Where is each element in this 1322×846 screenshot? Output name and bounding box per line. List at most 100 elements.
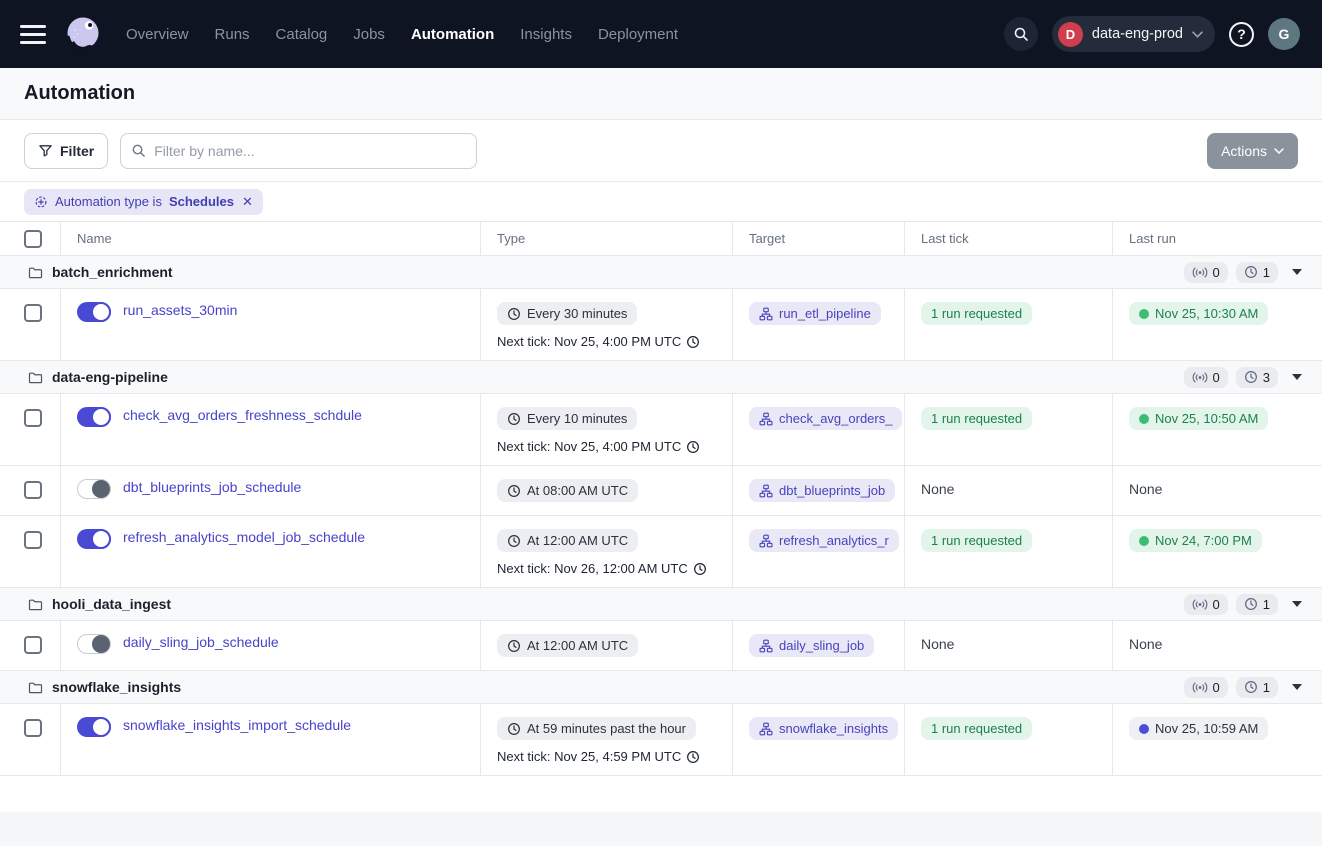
nav-item-insights[interactable]: Insights <box>520 26 572 43</box>
schedule-name-link[interactable]: check_avg_orders_freshness_schdule <box>123 407 362 423</box>
sensor-count-badge: 0 <box>1184 677 1228 698</box>
clock-icon <box>507 484 521 498</box>
search-input[interactable] <box>120 133 477 169</box>
target-job-pill[interactable]: check_avg_orders_ <box>749 407 902 430</box>
schedule-toggle[interactable] <box>77 302 111 322</box>
collapse-caret-icon[interactable] <box>1292 374 1302 380</box>
schedule-type-pill: At 08:00 AM UTC <box>497 479 638 502</box>
schedule-type-text: Every 10 minutes <box>527 411 627 426</box>
schedule-name-link[interactable]: dbt_blueprints_job_schedule <box>123 479 301 495</box>
schedule-toggle[interactable] <box>77 407 111 427</box>
group-row-snowflake_insights[interactable]: snowflake_insights01 <box>0 671 1322 704</box>
schedule-count-badge: 1 <box>1236 594 1278 615</box>
sensor-icon <box>1192 682 1208 693</box>
last-run-pill[interactable]: Nov 25, 10:50 AM <box>1129 407 1268 430</box>
nav-item-catalog[interactable]: Catalog <box>276 26 328 43</box>
clock-icon <box>1244 370 1258 384</box>
collapse-caret-icon[interactable] <box>1292 269 1302 275</box>
row-checkbox[interactable] <box>24 531 42 549</box>
schedule-type-pill: Every 10 minutes <box>497 407 637 430</box>
last-run-none: None <box>1129 479 1162 497</box>
target-job-pill[interactable]: refresh_analytics_r <box>749 529 899 552</box>
schedule-type-text: At 12:00 AM UTC <box>527 638 628 653</box>
clock-icon <box>693 562 707 576</box>
filter-chip-automation-type[interactable]: Automation type is Schedules ✕ <box>24 189 263 215</box>
target-job-name: run_etl_pipeline <box>779 306 871 321</box>
schedule-name-link[interactable]: refresh_analytics_model_job_schedule <box>123 529 365 545</box>
last-tick-text: 1 run requested <box>931 306 1022 321</box>
clock-icon <box>507 412 521 426</box>
schedule-toggle[interactable] <box>77 634 111 654</box>
page-header: Automation <box>0 68 1322 120</box>
schedule-count: 1 <box>1263 265 1270 280</box>
last-run-none: None <box>1129 634 1162 652</box>
clock-icon <box>1244 680 1258 694</box>
deployment-switcher[interactable]: D data-eng-prod <box>1052 16 1215 52</box>
schedule-count: 1 <box>1263 680 1270 695</box>
group-row-hooli_data_ingest[interactable]: hooli_data_ingest01 <box>0 588 1322 621</box>
schedule-toggle[interactable] <box>77 529 111 549</box>
row-checkbox[interactable] <box>24 409 42 427</box>
column-header-last-tick: Last tick <box>904 222 1112 255</box>
schedule-name-link[interactable]: snowflake_insights_import_schedule <box>123 717 351 733</box>
target-job-pill[interactable]: snowflake_insights <box>749 717 898 740</box>
sensor-icon <box>1192 372 1208 383</box>
folder-icon <box>28 680 43 695</box>
collapse-caret-icon[interactable] <box>1292 601 1302 607</box>
sensor-count: 0 <box>1213 370 1220 385</box>
run-status-dot <box>1139 309 1149 319</box>
avatar[interactable]: G <box>1268 18 1300 50</box>
sensor-count-badge: 0 <box>1184 594 1228 615</box>
clock-icon <box>507 307 521 321</box>
help-icon[interactable]: ? <box>1229 22 1254 47</box>
schedule-count: 1 <box>1263 597 1270 612</box>
job-graph-icon <box>759 722 773 736</box>
last-run-pill[interactable]: Nov 24, 7:00 PM <box>1129 529 1262 552</box>
select-all-checkbox[interactable] <box>24 230 42 248</box>
nav-item-automation[interactable]: Automation <box>411 26 494 43</box>
last-run-text: Nov 24, 7:00 PM <box>1155 533 1252 548</box>
collapse-caret-icon[interactable] <box>1292 684 1302 690</box>
group-row-data-eng-pipeline[interactable]: data-eng-pipeline03 <box>0 361 1322 394</box>
page-title: Automation <box>24 82 135 105</box>
schedule-toggle[interactable] <box>77 479 111 499</box>
group-counts: 01 <box>1184 594 1302 615</box>
filter-button[interactable]: Filter <box>24 133 108 169</box>
schedule-count-badge: 1 <box>1236 677 1278 698</box>
job-graph-icon <box>759 639 773 653</box>
target-job-pill[interactable]: run_etl_pipeline <box>749 302 881 325</box>
deployment-badge: D <box>1058 22 1083 47</box>
table-row: snowflake_insights_import_scheduleAt 59 … <box>0 704 1322 776</box>
row-checkbox[interactable] <box>24 636 42 654</box>
dagster-logo-icon[interactable] <box>62 13 104 55</box>
footer-strip <box>0 812 1322 846</box>
column-header-last-run: Last run <box>1112 222 1322 255</box>
nav-item-overview[interactable]: Overview <box>126 26 189 43</box>
active-filters-row: Automation type is Schedules ✕ <box>0 181 1322 221</box>
group-row-batch_enrichment[interactable]: batch_enrichment01 <box>0 256 1322 289</box>
menu-icon[interactable] <box>20 25 46 44</box>
schedule-name-link[interactable]: run_assets_30min <box>123 302 237 318</box>
last-run-pill[interactable]: Nov 25, 10:59 AM <box>1129 717 1268 740</box>
target-job-name: snowflake_insights <box>779 721 888 736</box>
nav-item-jobs[interactable]: Jobs <box>353 26 385 43</box>
actions-button-label: Actions <box>1221 143 1267 159</box>
actions-button[interactable]: Actions <box>1207 133 1298 169</box>
nav-item-runs[interactable]: Runs <box>215 26 250 43</box>
row-checkbox[interactable] <box>24 304 42 322</box>
target-job-pill[interactable]: daily_sling_job <box>749 634 874 657</box>
row-checkbox[interactable] <box>24 481 42 499</box>
last-run-pill[interactable]: Nov 25, 10:30 AM <box>1129 302 1268 325</box>
last-tick-pill: 1 run requested <box>921 529 1032 552</box>
close-icon[interactable]: ✕ <box>242 194 253 210</box>
schedule-name-link[interactable]: daily_sling_job_schedule <box>123 634 279 650</box>
nav-item-deployment[interactable]: Deployment <box>598 26 678 43</box>
schedule-count: 3 <box>1263 370 1270 385</box>
clock-icon <box>1244 597 1258 611</box>
schedule-toggle[interactable] <box>77 717 111 737</box>
row-checkbox[interactable] <box>24 719 42 737</box>
schedule-type-text: At 08:00 AM UTC <box>527 483 628 498</box>
table-header-row: Name Type Target Last tick Last run <box>0 222 1322 256</box>
search-icon[interactable] <box>1004 17 1038 51</box>
target-job-pill[interactable]: dbt_blueprints_job <box>749 479 895 502</box>
